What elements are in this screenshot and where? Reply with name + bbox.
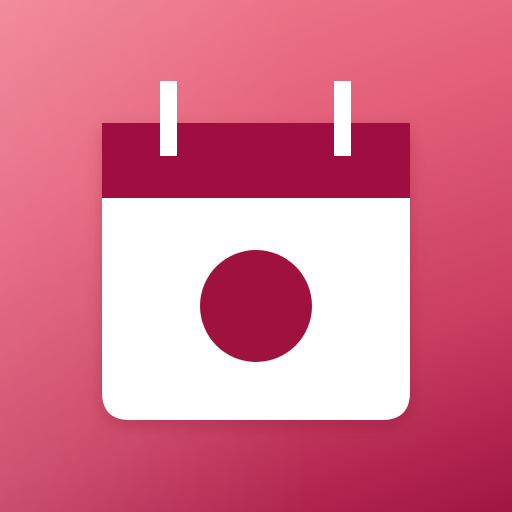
app-icon-background xyxy=(0,0,512,512)
calendar-ring-left xyxy=(160,81,177,156)
calendar-header xyxy=(102,123,410,198)
calendar-ring-right xyxy=(334,81,351,156)
sun-disc xyxy=(200,250,312,362)
calendar-icon xyxy=(102,81,410,420)
